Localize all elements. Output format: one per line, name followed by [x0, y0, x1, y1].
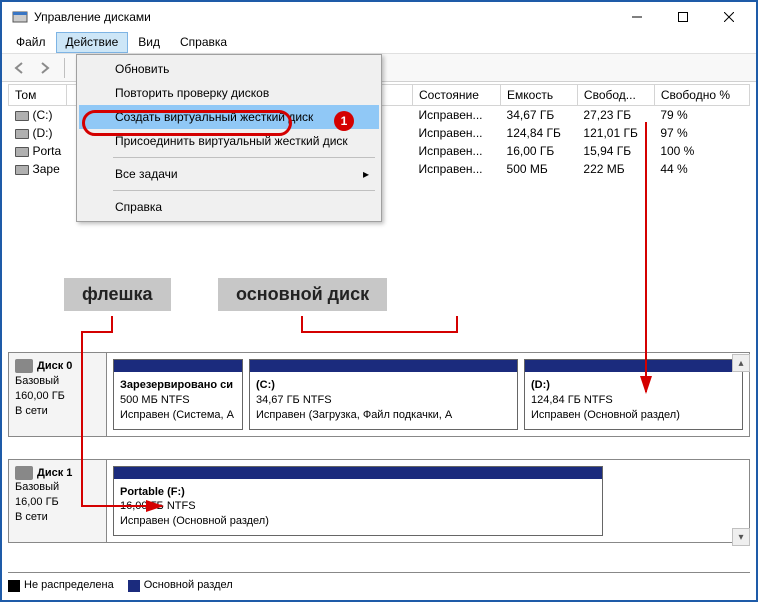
maximize-button[interactable]	[660, 3, 706, 31]
legend-primary: Основной раздел	[144, 579, 233, 591]
partition-header	[525, 360, 742, 372]
annotation-flash-label: флешка	[64, 278, 171, 311]
annotation-main-label: основной диск	[218, 278, 387, 311]
menu-help[interactable]: Справка	[170, 32, 237, 53]
annotation-badge: 1	[334, 111, 354, 131]
swatch-primary	[128, 580, 140, 592]
menu-all-tasks-label: Все задачи	[115, 167, 178, 181]
window-title: Управление дисками	[34, 10, 614, 24]
scroll-down-button[interactable]: ▾	[732, 528, 750, 546]
col-volume[interactable]: Том	[9, 85, 67, 106]
partition-header	[250, 360, 517, 372]
disk-map: Диск 0Базовый160,00 ГБВ сетиЗарезервиров…	[8, 352, 750, 565]
menu-refresh[interactable]: Обновить	[79, 57, 379, 81]
drive-icon	[15, 147, 29, 157]
partition[interactable]: (D:)124,84 ГБ NTFSИсправен (Основной раз…	[524, 359, 743, 430]
disk-info[interactable]: Диск 1Базовый16,00 ГБВ сети	[9, 460, 107, 543]
drive-icon	[15, 111, 29, 121]
menu-rescan-disks[interactable]: Повторить проверку дисков	[79, 81, 379, 105]
drive-icon	[15, 129, 29, 139]
col-state[interactable]: Состояние	[413, 85, 501, 106]
menu-all-tasks[interactable]: Все задачи ▸	[79, 162, 379, 186]
menu-view[interactable]: Вид	[128, 32, 170, 53]
partition[interactable]: (C:)34,67 ГБ NTFSИсправен (Загрузка, Фай…	[249, 359, 518, 430]
disk-icon	[15, 359, 33, 373]
swatch-unallocated	[8, 580, 20, 592]
action-dropdown: Обновить Повторить проверку дисков Созда…	[76, 54, 382, 222]
menu-attach-vhd[interactable]: Присоединить виртуальный жесткий диск	[79, 129, 379, 153]
app-icon	[12, 9, 28, 25]
partition[interactable]: Portable (F:)16,00 ГБ NTFSИсправен (Осно…	[113, 466, 603, 537]
legend-unallocated: Не распределена	[24, 579, 114, 591]
disk-icon	[15, 466, 33, 480]
close-button[interactable]	[706, 3, 752, 31]
col-free[interactable]: Свобод...	[577, 85, 654, 106]
menubar: Файл Действие Вид Справка	[2, 32, 756, 54]
partition-header	[114, 467, 602, 479]
chevron-right-icon: ▸	[363, 167, 369, 181]
menu-file[interactable]: Файл	[6, 32, 56, 53]
legend-bar: Не распределена Основной раздел	[8, 572, 750, 594]
partition[interactable]: Зарезервировано си500 МБ NTFSИсправен (С…	[113, 359, 243, 430]
disk-management-window: Управление дисками Файл Действие Вид Спр…	[0, 0, 758, 602]
scroll-up-button[interactable]: ▴	[732, 354, 750, 372]
col-free-pct[interactable]: Свободно %	[654, 85, 749, 106]
drive-icon	[15, 165, 29, 175]
menu-help-item[interactable]: Справка	[79, 195, 379, 219]
disk-row: Диск 1Базовый16,00 ГБВ сетиPortable (F:)…	[8, 459, 750, 544]
disk-row: Диск 0Базовый160,00 ГБВ сетиЗарезервиров…	[8, 352, 750, 437]
menu-action[interactable]: Действие	[56, 32, 129, 53]
nav-forward-button[interactable]	[34, 57, 56, 79]
col-capacity[interactable]: Емкость	[501, 85, 578, 106]
nav-back-button[interactable]	[8, 57, 30, 79]
disk-info[interactable]: Диск 0Базовый160,00 ГБВ сети	[9, 353, 107, 436]
partition-header	[114, 360, 242, 372]
minimize-button[interactable]	[614, 3, 660, 31]
titlebar[interactable]: Управление дисками	[2, 2, 756, 32]
